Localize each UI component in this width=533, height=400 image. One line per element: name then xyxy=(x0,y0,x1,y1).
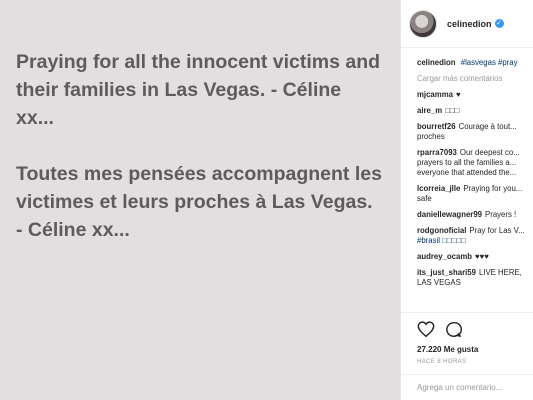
comment-text: □□□ xyxy=(445,106,460,115)
comment-text: Pray for Las V... xyxy=(469,226,525,235)
list-item: mjcamma ♥ xyxy=(417,90,525,100)
add-comment-input[interactable]: Agrega un comentario... xyxy=(401,374,533,400)
list-item: bourretf26 Courage à tout... proches xyxy=(417,122,525,142)
comments-list: celinedion #lasvegas #pray Cargar más co… xyxy=(401,48,533,288)
post-actions: 27.220 Me gusta HACE 8 HORAS xyxy=(401,312,533,365)
caption: celinedion #lasvegas #pray xyxy=(417,58,525,68)
timestamp: HACE 8 HORAS xyxy=(417,359,467,365)
post-image: Praying for all the innocent victims and… xyxy=(0,0,400,400)
caption-tags[interactable]: #lasvegas #pray xyxy=(461,58,518,67)
avatar[interactable] xyxy=(409,9,437,38)
action-icons xyxy=(417,319,518,339)
comment-user[interactable]: bourretf26 xyxy=(417,122,456,131)
comment-user[interactable]: lcorreia_jlle xyxy=(417,184,460,193)
comment-user[interactable]: audrey_ocamb xyxy=(417,252,472,261)
likes-count[interactable]: 27.220 Me gusta xyxy=(417,345,518,354)
comment-user[interactable]: its_just_shari59 xyxy=(417,268,476,277)
verified-badge-icon: ✓ xyxy=(494,19,504,28)
comment-user[interactable]: rparra7093 xyxy=(417,148,457,157)
post-text-french: Toutes mes pensées accompagnent les vict… xyxy=(16,163,382,241)
comment-text: ♥♥♥ xyxy=(475,252,489,261)
comment-user[interactable]: aire_m xyxy=(417,106,442,115)
list-item: rodgonoficial Pray for Las V... #brasil □… xyxy=(417,226,525,246)
list-item: audrey_ocamb ♥♥♥ xyxy=(417,252,525,262)
list-item: lcorreia_jlle Praying for you... safe xyxy=(417,184,525,204)
list-item: its_just_shari59 LIVE HERE, LAS VEGAS xyxy=(417,268,525,288)
post-sidebar: celinedion ✓ celinedion #lasvegas #pray … xyxy=(400,0,533,400)
comment-tag[interactable]: #brasil □□□□□ xyxy=(417,236,466,245)
list-item: aire_m □□□ xyxy=(417,106,525,116)
comment-user[interactable]: mjcamma xyxy=(417,90,453,99)
comment-icon[interactable] xyxy=(445,321,462,338)
load-more-comments-link[interactable]: Cargar más comentarios xyxy=(417,74,525,83)
post-text-english: Praying for all the innocent victims and… xyxy=(16,51,381,129)
comment-user[interactable]: rodgonoficial xyxy=(417,226,466,235)
comment-text: ♥ xyxy=(455,90,461,99)
list-item: rparra7093 Our deepest co... prayers to a… xyxy=(417,148,525,178)
comment-text: Prayers ! xyxy=(485,210,517,219)
comment-user[interactable]: daniellewagner99 xyxy=(417,210,482,219)
post-header: celinedion ✓ xyxy=(401,0,533,48)
username[interactable]: celinedion xyxy=(447,19,492,29)
caption-user[interactable]: celinedion xyxy=(417,58,456,67)
list-item: daniellewagner99 Prayers ! xyxy=(417,210,525,220)
heart-icon[interactable] xyxy=(417,321,435,337)
